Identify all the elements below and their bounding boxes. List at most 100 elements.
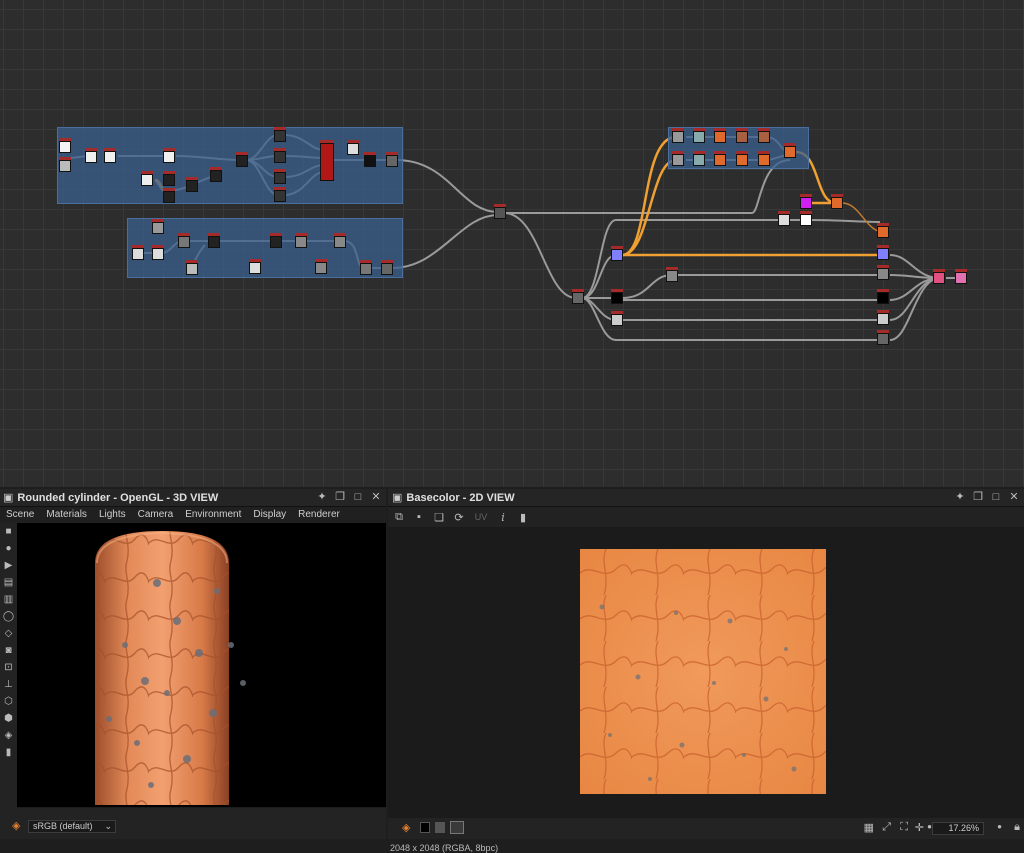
gray-swatch[interactable] [435,822,445,833]
restore-icon[interactable]: ❐ [972,491,984,503]
graph-node[interactable] [270,233,282,248]
histogram-icon[interactable]: ▮ [0,744,17,761]
menu-lights[interactable]: Lights [93,507,132,523]
menu-camera[interactable]: Camera [132,507,180,523]
node-graph[interactable] [0,0,1024,487]
copy-icon[interactable]: ❏ [432,511,446,524]
pin-icon[interactable]: ✦ [954,491,966,503]
graph-node[interactable] [611,289,623,304]
graph-node[interactable] [85,148,97,163]
graph-node[interactable] [59,138,71,153]
graph-node[interactable] [360,260,372,275]
grid-icon[interactable]: ▦ [864,821,874,834]
graph-node[interactable] [274,127,286,142]
menu-environment[interactable]: Environment [179,507,247,523]
camera-icon[interactable]: ■ [0,523,17,540]
3d-viewport[interactable] [17,523,386,807]
cube-view-icon[interactable]: ⬡ [0,693,17,710]
pin-icon[interactable]: ✦ [316,491,328,503]
graph-node[interactable] [693,151,705,166]
frame-top-left[interactable] [57,127,403,204]
graph-node[interactable] [315,259,327,274]
mesh-icon[interactable]: ◇ [0,625,17,642]
graph-node[interactable] [347,140,359,155]
graph-node[interactable] [104,148,116,163]
histogram-icon[interactable]: ▮ [516,511,530,524]
graph-node[interactable] [178,233,190,248]
menu-display[interactable]: Display [247,507,292,523]
info-icon[interactable]: i [496,511,510,524]
graph-node[interactable] [141,171,153,186]
cube-wire-icon[interactable]: ⬢ [0,710,17,727]
graph-node[interactable] [132,245,144,260]
uv-toggle[interactable]: UV [472,512,490,522]
refresh-icon[interactable]: ⟳ [452,511,466,524]
layout-icon[interactable]: ⧉ [392,511,406,524]
graph-node[interactable] [381,260,393,275]
graph-node[interactable] [758,128,770,143]
graph-node[interactable] [334,233,346,248]
graph-node[interactable] [364,152,376,167]
zoom-stepper-icon[interactable]: ● [997,822,1002,831]
colorspace-select[interactable]: sRGB (default) ⌄ [28,820,116,833]
graph-node[interactable] [249,259,261,274]
menu-renderer[interactable]: Renderer [292,507,346,523]
graph-node[interactable] [877,310,889,325]
graph-node[interactable] [572,289,584,304]
graph-node[interactable] [955,269,967,284]
graph-node[interactable] [784,143,796,158]
rgb-toggle-icon[interactable] [450,821,464,834]
graph-node[interactable] [152,219,164,234]
graph-node[interactable] [714,128,726,143]
graph-node[interactable] [831,194,843,209]
graph-node[interactable] [736,128,748,143]
graph-node[interactable] [163,148,175,163]
graph-node[interactable] [877,265,889,280]
menu-materials[interactable]: Materials [40,507,93,523]
scene-icon[interactable]: ▤ [0,574,17,591]
menu-scene[interactable]: Scene [0,507,40,523]
graph-node[interactable] [611,311,623,326]
graph-node[interactable] [666,267,678,282]
graph-node[interactable] [152,245,164,260]
graph-node[interactable] [208,233,220,248]
chart-icon[interactable]: ▥ [0,591,17,608]
colorspace-icon[interactable]: ◈ [402,821,410,834]
graph-node[interactable] [320,140,334,181]
graph-node[interactable] [758,151,770,166]
graph-node[interactable] [210,167,222,182]
graph-node[interactable] [800,211,812,226]
graph-node[interactable] [295,233,307,248]
graph-node[interactable] [672,151,684,166]
shape-icon[interactable]: ◯ [0,608,17,625]
fit-icon[interactable]: ⤢ [882,821,891,834]
graph-node[interactable] [877,289,889,304]
graph-node[interactable] [877,223,889,238]
graph-node[interactable] [494,204,506,219]
graph-node[interactable] [933,269,945,284]
graph-node[interactable] [274,169,286,184]
close-icon[interactable]: ✕ [370,491,382,503]
axis-icon[interactable]: ⊥ [0,676,17,693]
center-icon[interactable]: ✛ [915,821,924,834]
graph-node[interactable] [877,245,889,260]
graph-node[interactable] [877,330,889,345]
graph-node[interactable] [274,187,286,202]
save-icon[interactable]: ▪ [412,511,426,523]
light-icon[interactable]: ● [0,540,17,557]
graph-node[interactable] [163,171,175,186]
graph-node[interactable] [186,177,198,192]
graph-node[interactable] [186,260,198,275]
graph-node[interactable] [386,152,398,167]
graph-node[interactable] [693,128,705,143]
lock-icon[interactable]: 🔒︎ [1014,821,1020,834]
2d-canvas[interactable]: 2048 x 2048 (RGBA, 8bpc) [388,527,1024,853]
graph-node[interactable] [736,151,748,166]
frame-icon[interactable]: ⊡ [0,659,17,676]
layers-icon[interactable]: ◈ [0,727,17,744]
graph-node[interactable] [163,188,175,203]
fullscreen-icon[interactable]: ⛶ [900,821,908,834]
graph-node[interactable] [274,148,286,163]
select-arrow-icon[interactable]: ▶ [0,557,17,574]
graph-node[interactable] [236,152,248,167]
